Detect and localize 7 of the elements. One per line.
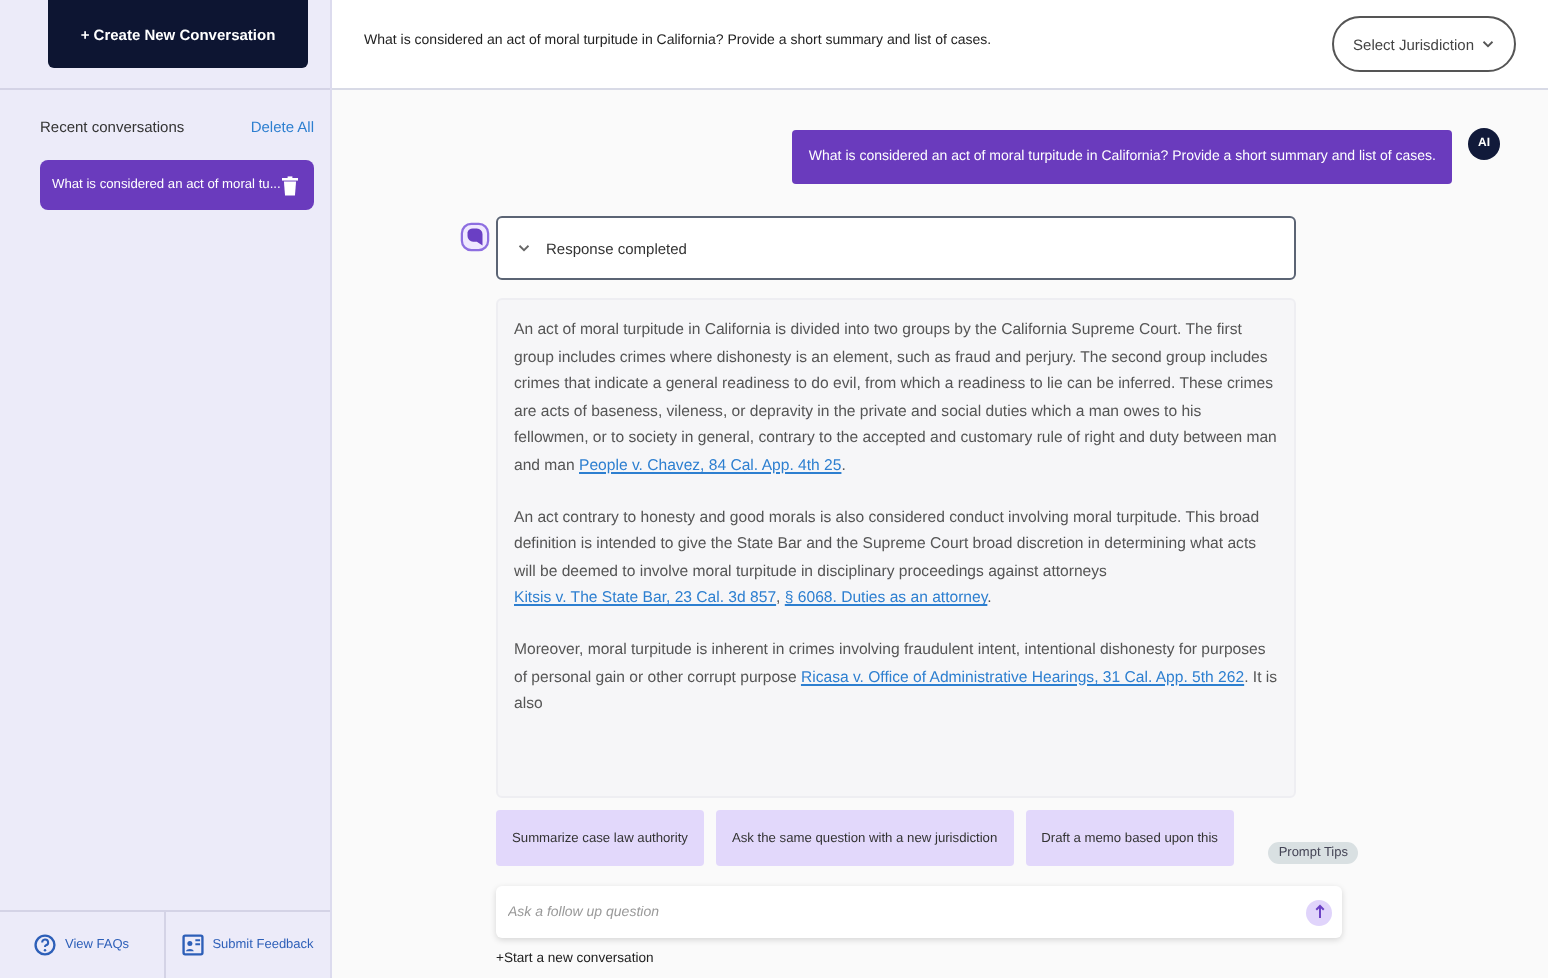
chevron-icon (518, 244, 530, 252)
caret-icon (1482, 40, 1494, 48)
help-icon (34, 934, 57, 956)
trash-icon[interactable] (282, 175, 298, 195)
arrow-up-icon (1313, 904, 1325, 920)
feedback-icon (182, 934, 205, 956)
assistant-icon (460, 222, 490, 252)
